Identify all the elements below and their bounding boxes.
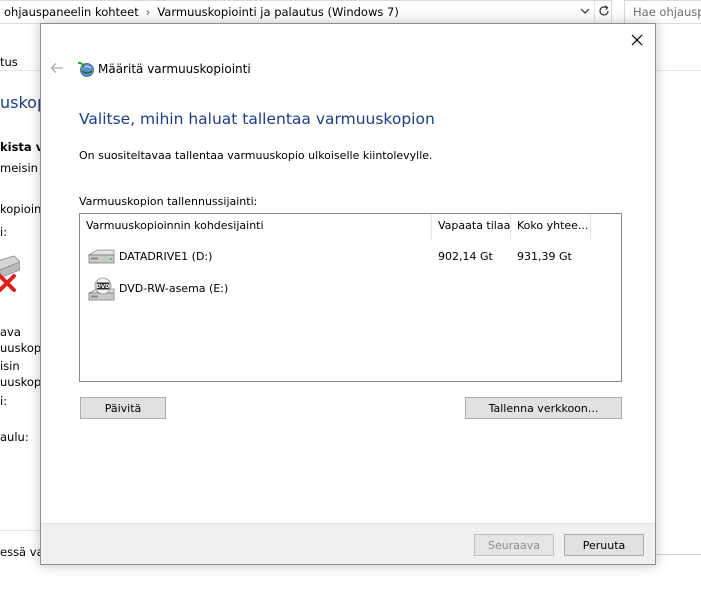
bg-text-fragment: meisin v: [0, 161, 40, 175]
close-icon[interactable]: [625, 28, 649, 52]
search-input[interactable]: Hae ohjauspa: [624, 0, 701, 24]
hard-drive-icon: [86, 245, 116, 271]
drive-total-size: 931,39 Gt: [517, 250, 572, 263]
list-item[interactable]: DVD DVD-RW-asema (E:): [84, 274, 619, 304]
backup-destination-list[interactable]: Varmuuskopioinnin kohdesijainti Vapaata …: [79, 213, 622, 382]
breadcrumb-separator-icon: ›: [145, 5, 151, 19]
bg-text-fragment: kista va: [0, 140, 40, 154]
dvd-drive-icon: DVD: [86, 277, 116, 303]
address-part[interactable]: Varmuuskopiointi ja palautus (Windows 7): [157, 5, 398, 19]
address-bar[interactable]: ohjauspaneelin kohteet › Varmuuskopiointi …: [0, 0, 612, 24]
address-part[interactable]: ohjauspaneelin kohteet: [4, 5, 139, 19]
drive-free-space: 902,14 Gt: [438, 250, 493, 263]
drive-name: DVD-RW-asema (E:): [119, 282, 229, 295]
bg-text-fragment: essä va: [0, 545, 40, 559]
save-to-network-button[interactable]: Tallenna verkkoon...: [465, 397, 622, 419]
column-header-destination[interactable]: Varmuuskopioinnin kohdesijainti: [80, 214, 432, 239]
column-header-free-space[interactable]: Vapaata tilaa: [432, 214, 511, 239]
backup-setup-dialog: Määritä varmuuskopiointi Valitse, mihin …: [40, 23, 656, 565]
list-item[interactable]: DATADRIVE1 (D:) 902,14 Gt 931,39 Gt: [84, 242, 619, 272]
hard-drive-error-icon: [0, 254, 20, 296]
drive-name: DATADRIVE1 (D:): [119, 250, 213, 263]
dialog-title: Määritä varmuuskopiointi: [98, 62, 251, 76]
bg-page-title: uskopi: [0, 93, 40, 112]
refresh-button[interactable]: Päivitä: [80, 397, 166, 419]
chevron-down-icon[interactable]: [576, 0, 594, 22]
location-label: Varmuuskopion tallennussijainti:: [79, 195, 258, 208]
divider: [650, 554, 701, 555]
dialog-footer: Seuraava Peruuta: [41, 523, 655, 564]
bg-text-fragment: isin: [0, 359, 20, 373]
recommendation-text: On suositeltavaa tallentaa varmuuskopio …: [79, 149, 433, 162]
bg-text-fragment: kopiointi: [0, 202, 40, 216]
bg-text-fragment: uuskopi: [0, 341, 40, 355]
divider: [0, 530, 44, 531]
bg-text-fragment: i:: [0, 225, 8, 239]
cancel-button[interactable]: Peruuta: [564, 534, 644, 556]
bg-text-fragment: aulu:: [0, 430, 29, 444]
bg-text-fragment: ava: [0, 325, 21, 339]
next-button[interactable]: Seuraava: [474, 534, 554, 556]
refresh-icon[interactable]: [594, 0, 612, 22]
dvd-logo-text: DVD: [96, 284, 110, 290]
backup-icon: [77, 60, 95, 78]
bg-text-fragment: i:: [0, 394, 8, 408]
page-heading: Valitse, mihin haluat tallentaa varmuusk…: [79, 110, 435, 128]
bg-text-fragment: tus: [0, 55, 18, 69]
bg-text-fragment: uuskopi: [0, 375, 40, 389]
column-header-total-size[interactable]: Koko yhtee...: [511, 214, 591, 239]
back-arrow-icon[interactable]: [49, 60, 65, 76]
